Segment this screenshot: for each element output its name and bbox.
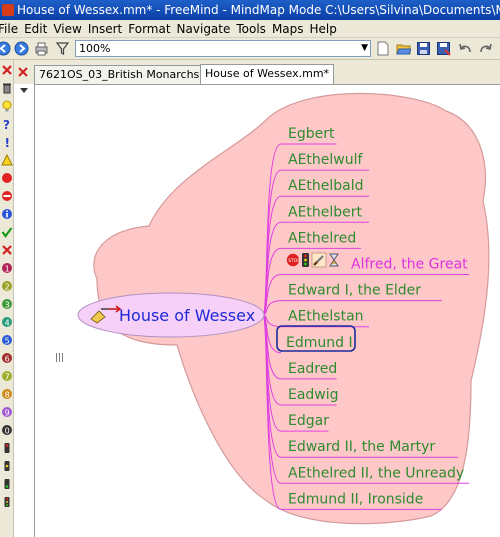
new-map-icon[interactable] bbox=[375, 41, 390, 56]
undo-icon[interactable] bbox=[458, 41, 473, 56]
info-icon[interactable] bbox=[1, 208, 13, 220]
chevron-down-icon[interactable]: ▼ bbox=[361, 41, 368, 56]
traffic-light-green-icon[interactable] bbox=[1, 478, 13, 490]
priority-2-icon[interactable]: 2 bbox=[1, 280, 13, 292]
question-icon[interactable]: ? bbox=[1, 118, 13, 130]
node-aethelwulf[interactable]: AEthelwulf bbox=[288, 152, 364, 168]
window-title: House of Wessex.mm* - FreeMind - MindMap… bbox=[17, 3, 500, 17]
node-edmund-i[interactable]: Edmund I bbox=[286, 335, 353, 351]
main-toolbar: 100% ▼ bbox=[0, 38, 500, 60]
priority-8-icon[interactable]: 8 bbox=[1, 388, 13, 400]
node-edgar[interactable]: Edgar bbox=[288, 413, 329, 429]
forward-icon[interactable] bbox=[14, 41, 29, 56]
node-aethelred[interactable]: AEthelred bbox=[288, 230, 356, 246]
priority-3-icon[interactable]: 3 bbox=[1, 298, 13, 310]
node-edmund-ii-ironside[interactable]: Edmund II, Ironside bbox=[288, 491, 423, 507]
priority-4-icon[interactable]: 4 bbox=[1, 316, 13, 328]
freemind-app-icon bbox=[2, 4, 14, 16]
node-alfred-the-great[interactable]: Alfred, the Great bbox=[351, 257, 468, 273]
priority-1-icon[interactable]: 1 bbox=[1, 262, 13, 274]
svg-text:9: 9 bbox=[5, 408, 10, 417]
svg-text:STOP: STOP bbox=[288, 258, 300, 264]
node-aethelbert[interactable]: AEthelbert bbox=[288, 204, 363, 220]
menu-tools[interactable]: Tools bbox=[236, 22, 266, 36]
close-tab-icon[interactable] bbox=[16, 65, 30, 79]
priority-9-icon[interactable]: 9 bbox=[1, 406, 13, 418]
svg-text:0: 0 bbox=[5, 426, 10, 435]
window-title-bar: House of Wessex.mm* - FreeMind - MindMap… bbox=[0, 0, 500, 20]
dropdown-arrow-icon[interactable] bbox=[18, 84, 30, 96]
svg-text:5: 5 bbox=[5, 336, 10, 345]
filter-icon[interactable] bbox=[55, 41, 70, 56]
node-aethelred-ii-the-unready[interactable]: AEthelred II, the Unready bbox=[288, 465, 464, 481]
trash-icon[interactable] bbox=[1, 82, 13, 94]
svg-text:2: 2 bbox=[5, 282, 10, 291]
root-node-label[interactable]: House of Wessex bbox=[119, 306, 255, 325]
svg-text:8: 8 bbox=[5, 390, 10, 399]
node-eadwig[interactable]: Eadwig bbox=[288, 387, 339, 403]
svg-text:?: ? bbox=[3, 118, 10, 130]
svg-text:4: 4 bbox=[5, 318, 10, 327]
menu-insert[interactable]: Insert bbox=[88, 22, 122, 36]
redo-icon[interactable] bbox=[478, 41, 493, 56]
idea-bulb-icon[interactable] bbox=[1, 100, 13, 112]
menu-navigate[interactable]: Navigate bbox=[177, 22, 231, 36]
menu-edit[interactable]: Edit bbox=[24, 22, 47, 36]
zoom-value: 100% bbox=[79, 42, 111, 55]
priority-7-icon[interactable]: 7 bbox=[1, 370, 13, 382]
no-entry-icon[interactable] bbox=[1, 190, 13, 202]
print-icon[interactable] bbox=[34, 41, 49, 56]
svg-text:!: ! bbox=[5, 136, 10, 148]
svg-text:1: 1 bbox=[5, 264, 10, 273]
priority-6-icon[interactable]: 6 bbox=[1, 352, 13, 364]
node-egbert[interactable]: Egbert bbox=[288, 126, 335, 142]
svg-text:3: 3 bbox=[5, 300, 10, 309]
back-icon[interactable] bbox=[0, 41, 11, 56]
icon-toolbar: ? ! 1 2 3 4 5 6 7 8 9 0 bbox=[0, 60, 14, 537]
traffic-light-red-icon[interactable] bbox=[1, 442, 13, 454]
menu-view[interactable]: View bbox=[53, 22, 81, 36]
warning-icon[interactable] bbox=[1, 154, 13, 166]
node-edward-i-the-elder[interactable]: Edward I, the Elder bbox=[288, 283, 421, 299]
tab-house-of-wessex[interactable]: House of Wessex.mm* bbox=[200, 64, 335, 84]
important-icon[interactable]: ! bbox=[1, 136, 13, 148]
mindmap-svg: House of Wessex Egbert AEthelwulf AEthelba… bbox=[77, 92, 490, 525]
remove-last-icon[interactable] bbox=[1, 64, 13, 76]
menu-file[interactable]: File bbox=[0, 22, 18, 36]
cross-icon[interactable] bbox=[1, 244, 13, 256]
checkmark-icon[interactable] bbox=[1, 226, 13, 238]
menu-maps[interactable]: Maps bbox=[272, 22, 304, 36]
map-tabs: 7621OS_03_British Monarchs.mm* House of … bbox=[14, 60, 500, 84]
stop-sign-icon[interactable] bbox=[1, 172, 13, 184]
node-edward-ii-the-martyr[interactable]: Edward II, the Martyr bbox=[288, 439, 435, 455]
menu-format[interactable]: Format bbox=[128, 22, 170, 36]
priority-5-icon[interactable]: 5 bbox=[1, 334, 13, 346]
traffic-light-yellow-icon[interactable] bbox=[1, 460, 13, 472]
priority-0-icon[interactable]: 0 bbox=[1, 424, 13, 436]
node-eadred[interactable]: Eadred bbox=[288, 361, 337, 377]
menu-bar: File Edit View Insert Format Navigate Tools Map… bbox=[0, 20, 500, 38]
save-icon[interactable] bbox=[416, 41, 431, 56]
traffic-light-icon bbox=[302, 253, 309, 267]
knife-icon bbox=[311, 252, 327, 268]
svg-text:6: 6 bbox=[5, 354, 10, 363]
mindmap-canvas[interactable]: ||| House of Wessex Egbert AEthelwulf AEth… bbox=[34, 84, 500, 537]
traffic-light-all-icon[interactable] bbox=[1, 496, 13, 508]
node-aethelstan[interactable]: AEthelstan bbox=[288, 309, 364, 325]
save-as-icon[interactable] bbox=[436, 41, 451, 56]
menu-help[interactable]: Help bbox=[310, 22, 337, 36]
svg-text:7: 7 bbox=[5, 372, 10, 381]
node-aethelbald[interactable]: AEthelbald bbox=[288, 178, 364, 194]
zoom-select[interactable]: 100% ▼ bbox=[75, 40, 371, 57]
open-folder-icon[interactable] bbox=[396, 41, 411, 56]
